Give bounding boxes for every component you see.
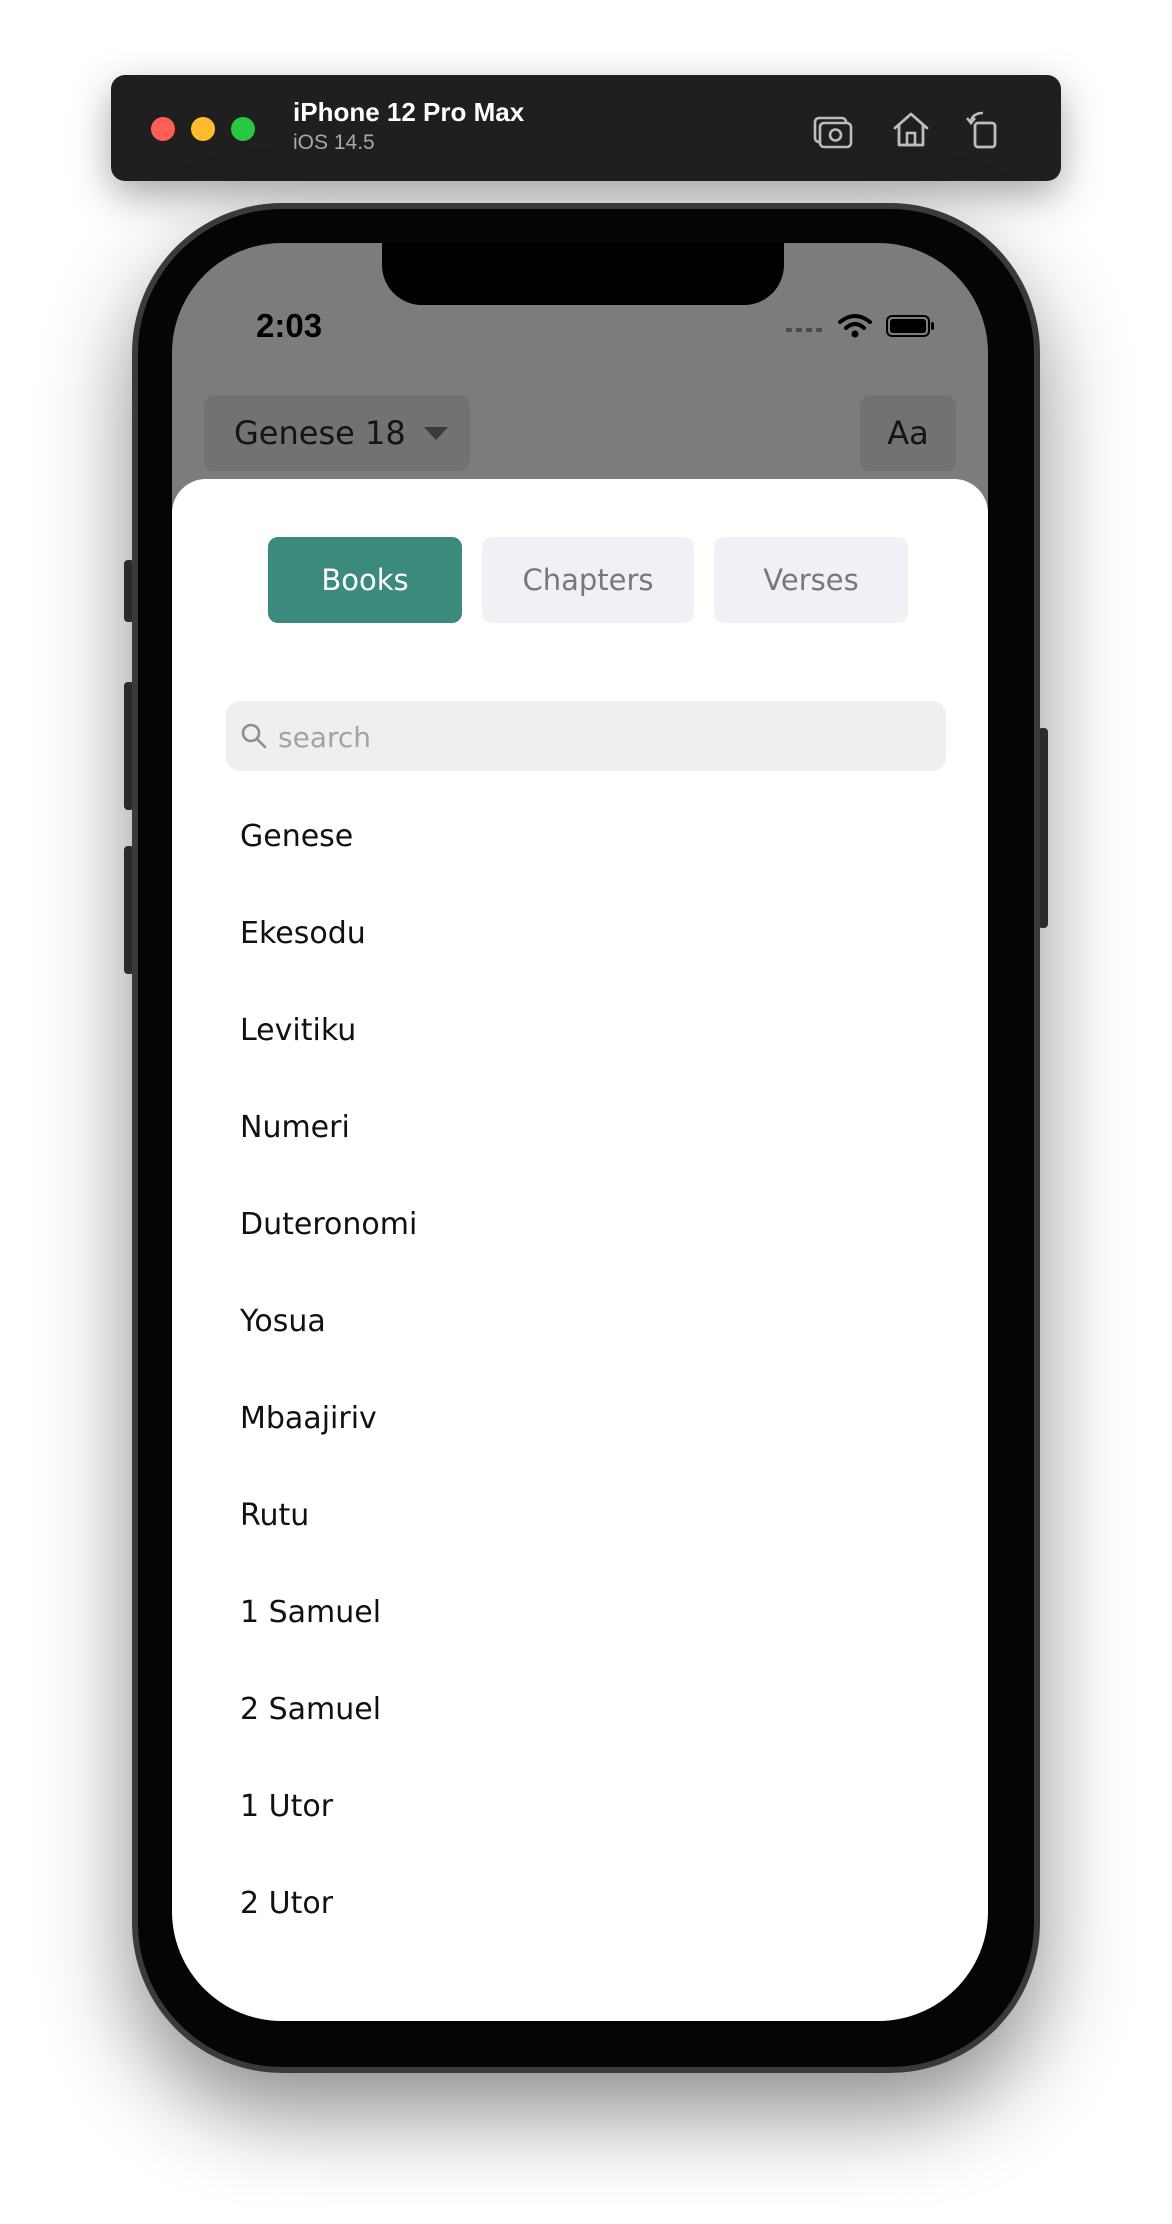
- rotate-icon[interactable]: [963, 107, 1007, 151]
- close-window-button[interactable]: [151, 117, 175, 141]
- status-time: 2:03: [256, 307, 323, 344]
- chevron-down-icon: [423, 426, 448, 440]
- screenshot-icon[interactable]: [811, 107, 855, 151]
- book-item-2-utor[interactable]: 2 Utor: [240, 1884, 920, 1981]
- device-screen: 2:03 Genese 18 Aa Books Chapters Verses …: [172, 243, 988, 2021]
- book-item-mbaajiriv[interactable]: Mbaajiriv: [240, 1399, 920, 1496]
- minimize-window-button[interactable]: [191, 117, 215, 141]
- book-item-genese[interactable]: Genese: [240, 817, 920, 914]
- wifi-icon: [838, 313, 872, 343]
- notch: [382, 243, 784, 305]
- battery-icon: [886, 314, 936, 342]
- book-item-1-samuel[interactable]: 1 Samuel: [240, 1593, 920, 1690]
- simulator-titlebar: iPhone 12 Pro Max iOS 14.5: [111, 75, 1061, 181]
- status-icons: [786, 313, 936, 343]
- book-item-2-samuel[interactable]: 2 Samuel: [240, 1690, 920, 1787]
- book-item-ekesodu[interactable]: Ekesodu: [240, 914, 920, 1011]
- reader-nav-bar: Genese 18 Aa: [172, 395, 988, 487]
- search-bar: [226, 701, 946, 773]
- tab-books[interactable]: Books: [268, 537, 462, 623]
- book-item-levitiku[interactable]: Levitiku: [240, 1011, 920, 1108]
- font-settings-button[interactable]: Aa: [860, 395, 956, 471]
- tab-chapters[interactable]: Chapters: [482, 537, 694, 623]
- search-input[interactable]: [276, 701, 930, 773]
- book-list: Genese Ekesodu Levitiku Numeri Duteronom…: [240, 817, 920, 1981]
- picker-tabs: Books Chapters Verses: [172, 537, 988, 623]
- cellular-signal-icon: [786, 319, 824, 338]
- book-item-1-utor[interactable]: 1 Utor: [240, 1787, 920, 1884]
- book-item-duteronomi[interactable]: Duteronomi: [240, 1205, 920, 1302]
- book-chapter-selector[interactable]: Genese 18: [204, 395, 470, 471]
- book-item-rutu[interactable]: Rutu: [240, 1496, 920, 1593]
- home-icon[interactable]: [889, 107, 933, 151]
- zoom-window-button[interactable]: [231, 117, 255, 141]
- search-icon: [240, 722, 268, 750]
- book-chapter-label: Genese 18: [234, 414, 406, 452]
- book-picker-sheet: Books Chapters Verses Genese Ekesodu Lev…: [172, 479, 988, 2021]
- os-version: iOS 14.5: [293, 131, 375, 154]
- book-item-numeri[interactable]: Numeri: [240, 1108, 920, 1205]
- tab-verses[interactable]: Verses: [714, 537, 908, 623]
- book-item-yosua[interactable]: Yosua: [240, 1302, 920, 1399]
- device-name: iPhone 12 Pro Max: [293, 97, 525, 127]
